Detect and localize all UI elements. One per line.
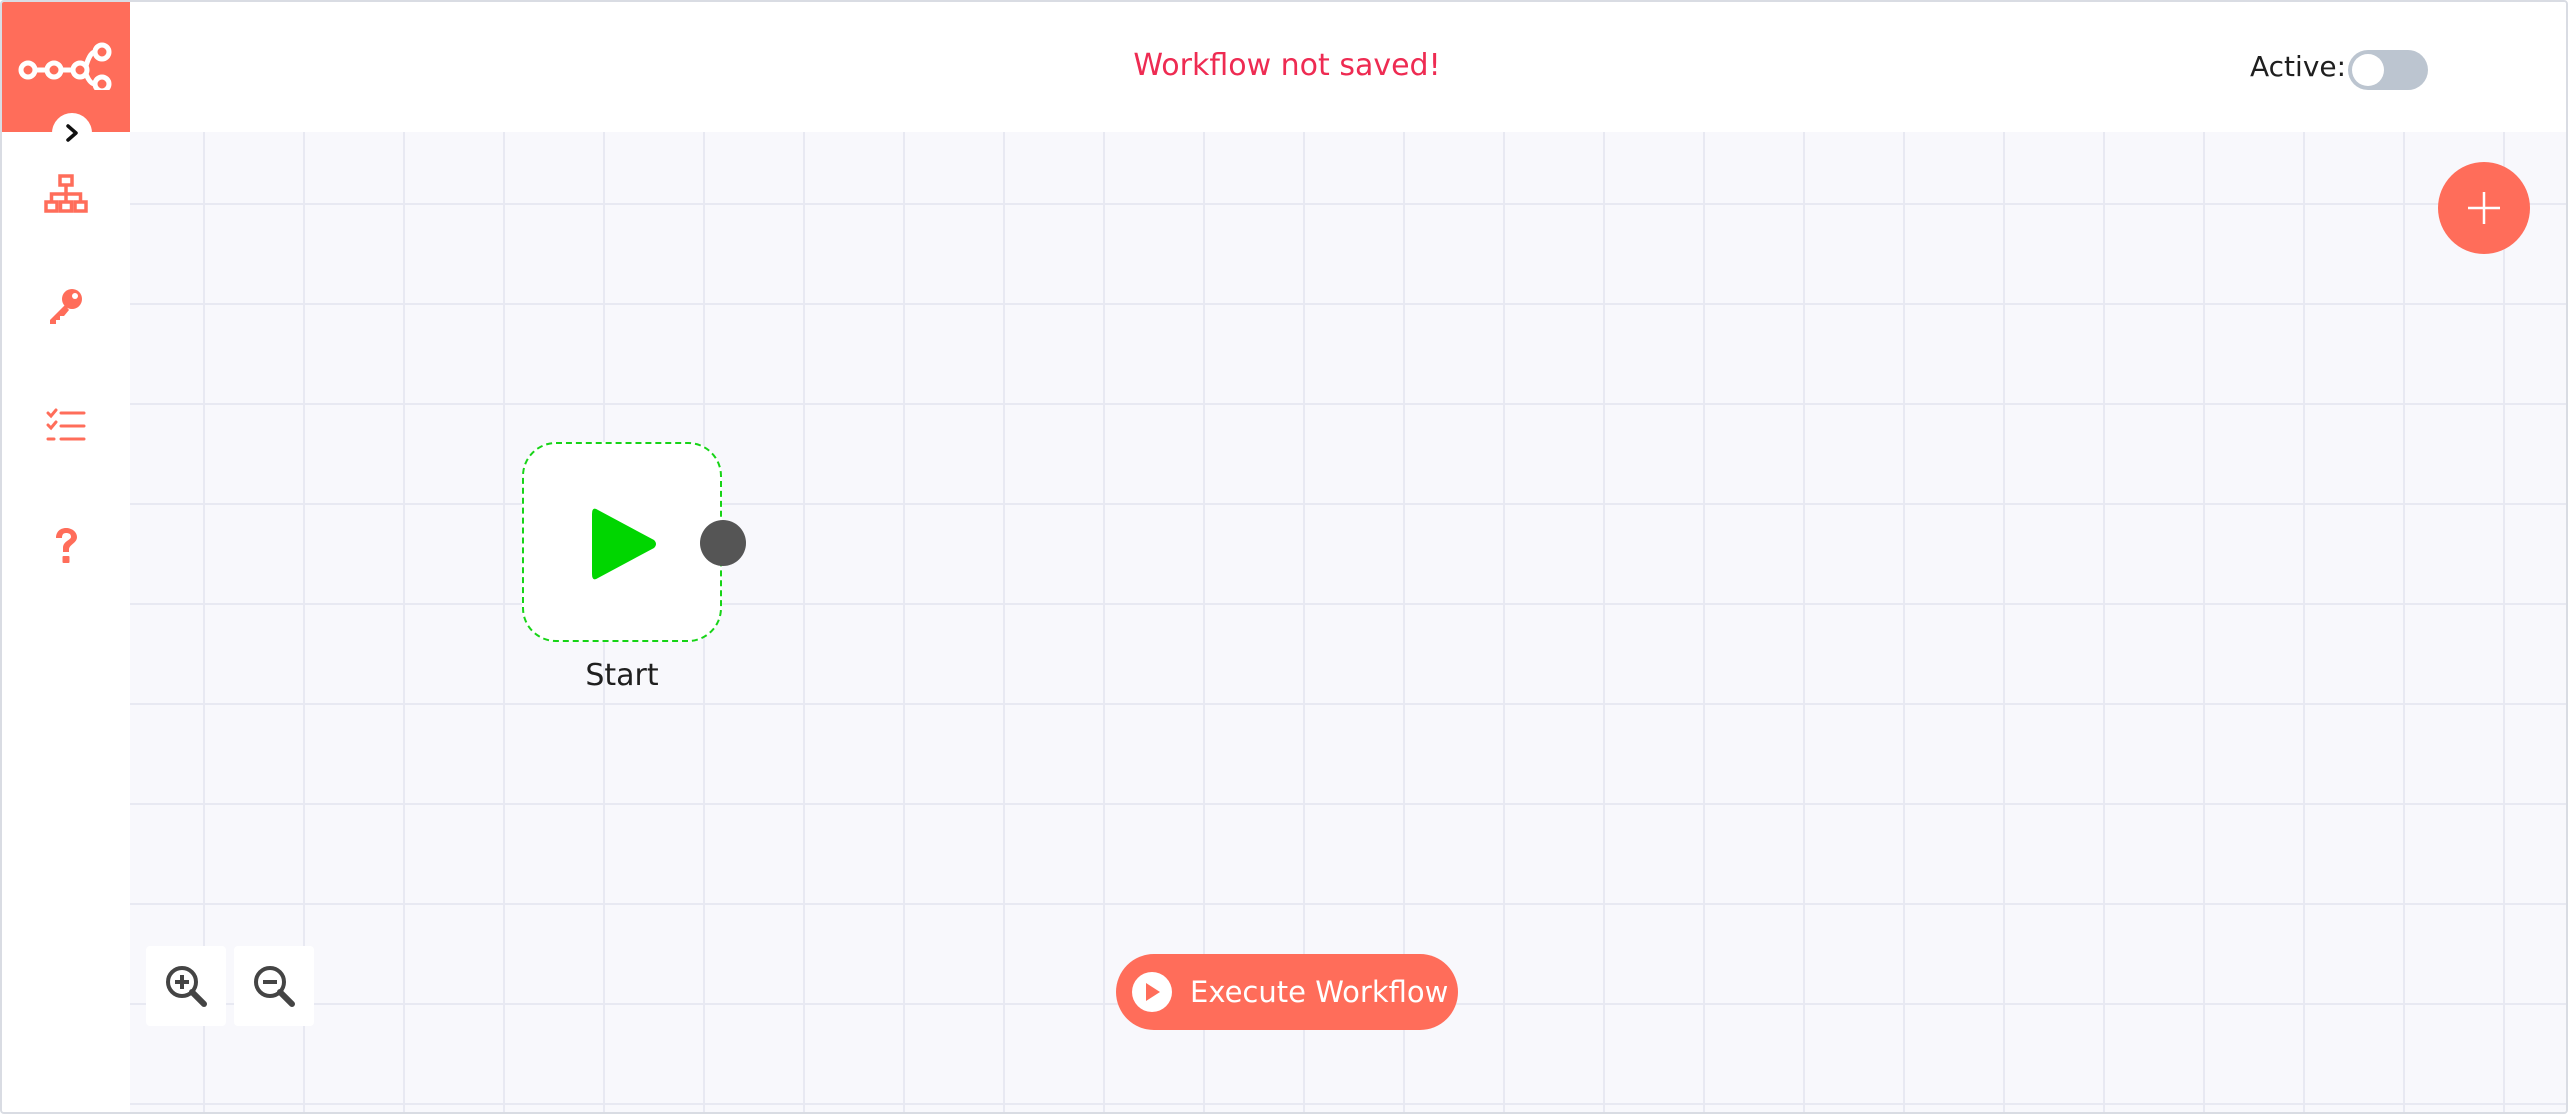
start-node-label: Start: [585, 658, 659, 693]
sidebar-item-executions[interactable]: [30, 390, 102, 462]
logo-block[interactable]: [2, 2, 130, 132]
sidebar-item-workflows[interactable]: [30, 158, 102, 230]
sidebar: [2, 2, 131, 1112]
question-icon: [56, 528, 77, 563]
start-node[interactable]: [522, 442, 722, 642]
sidebar-expand-button[interactable]: [52, 113, 92, 153]
sitemap-icon: [44, 174, 88, 213]
chevron-right-icon: [66, 124, 78, 142]
tasks-list-icon: [46, 408, 86, 441]
active-toggle-knob: [2352, 54, 2384, 86]
active-label: Active:: [2250, 50, 2347, 83]
sidebar-item-help[interactable]: [30, 510, 102, 582]
execute-workflow-button[interactable]: Execute Workflow: [1116, 954, 1458, 1030]
zoom-out-button[interactable]: [234, 946, 314, 1026]
play-icon: [592, 508, 656, 580]
zoom-in-button[interactable]: [146, 946, 226, 1026]
plus-icon: [2468, 192, 2500, 224]
n8n-logo-icon: [18, 42, 112, 90]
workflow-canvas[interactable]: Start Execute Workflow: [130, 132, 2566, 1112]
add-node-button[interactable]: [2438, 162, 2530, 254]
start-node-output-handle[interactable]: [700, 520, 746, 566]
app-window: Workflow not saved! Active: Start Execut…: [0, 0, 2568, 1114]
zoom-out-icon: [254, 966, 295, 1007]
sidebar-item-credentials[interactable]: [30, 270, 102, 342]
play-circle-icon: [1132, 972, 1172, 1012]
header: Workflow not saved! Active:: [130, 2, 2566, 132]
key-icon: [50, 289, 82, 324]
execute-workflow-label: Execute Workflow: [1190, 975, 1449, 1009]
active-toggle[interactable]: [2348, 50, 2428, 90]
save-status-text: Workflow not saved!: [1133, 48, 1441, 83]
zoom-in-icon: [166, 966, 207, 1007]
